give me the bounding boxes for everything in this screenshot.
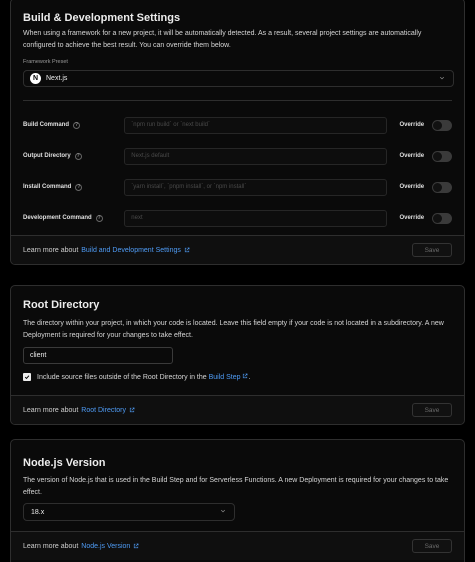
build-command-row: Build Command? `npm run build` or `next … <box>23 116 452 134</box>
include-source-files-checkbox[interactable] <box>23 373 31 381</box>
build-settings-save-button[interactable]: Save <box>412 243 452 257</box>
include-source-files-row: Include source files outside of the Root… <box>23 373 250 381</box>
root-directory-input[interactable]: client <box>23 347 173 364</box>
include-source-files-suffix: . <box>248 374 251 381</box>
help-circle-icon[interactable]: ? <box>95 214 103 222</box>
output-directory-input[interactable]: Next.js default <box>124 147 388 165</box>
build-settings-footer: Learn more about Build and Development S… <box>11 235 464 264</box>
section-divider <box>23 100 452 101</box>
build-settings-card: Build & Development Settings When using … <box>10 0 465 265</box>
build-step-link[interactable]: Build Step <box>209 374 241 381</box>
build-command-label: Build Command <box>23 122 69 128</box>
chevron-down-icon <box>220 509 226 513</box>
build-command-input[interactable]: `npm run build` or `next build` <box>124 116 388 134</box>
root-directory-save-button[interactable]: Save <box>412 403 452 417</box>
root-directory-learn-more-link[interactable]: Root Directory <box>81 407 126 414</box>
development-command-override-label: Override <box>399 215 425 221</box>
output-directory-label: Output Directory <box>23 153 71 159</box>
framework-preset-label: Framework Preset <box>23 59 68 65</box>
check-icon <box>24 375 30 380</box>
nodejs-version-description: The version of Node.js that is used in t… <box>23 477 449 496</box>
root-directory-title: Root Directory <box>23 299 100 311</box>
footer-prefix: Learn more about <box>23 542 79 550</box>
nextjs-logo-icon: N <box>30 73 41 84</box>
help-circle-icon[interactable]: ? <box>73 121 80 129</box>
nodejs-version-value: 18.x <box>31 508 45 516</box>
nodejs-version-save-button[interactable]: Save <box>412 539 452 553</box>
development-command-label: Development Command <box>23 215 92 221</box>
framework-preset-select[interactable]: N Next.js <box>23 70 454 87</box>
install-command-override-toggle[interactable] <box>432 181 452 193</box>
build-command-override-label: Override <box>399 122 425 128</box>
install-command-input[interactable]: `yarn install`, `pnpm install`, or `npm … <box>124 178 388 196</box>
nodejs-version-learn-more-link[interactable]: Node.js Version <box>81 543 130 550</box>
development-command-row: Development Command? next Override <box>23 209 452 227</box>
nodejs-version-title: Node.js Version <box>23 457 106 469</box>
development-command-override-toggle[interactable] <box>432 212 452 224</box>
root-directory-description: The directory within your project, in wh… <box>23 320 444 339</box>
root-directory-card: Root Directory The directory within your… <box>10 285 465 425</box>
chevron-down-icon <box>439 76 445 79</box>
install-command-override-label: Override <box>399 184 425 190</box>
development-command-input[interactable]: next <box>124 209 388 227</box>
include-source-files-text: Include source files outside of the Root… <box>37 374 207 381</box>
help-circle-icon[interactable]: ? <box>74 152 82 160</box>
output-directory-override-toggle[interactable] <box>432 150 452 162</box>
build-settings-title: Build & Development Settings <box>23 12 181 24</box>
framework-preset-value: Next.js <box>46 75 68 82</box>
external-link-icon <box>129 407 135 413</box>
build-settings-description: When using a framework for a new project… <box>23 30 422 49</box>
footer-prefix: Learn more about <box>23 406 79 414</box>
nodejs-version-select[interactable]: 18.x <box>23 503 235 521</box>
output-directory-row: Output Directory? Next.js default Overri… <box>23 147 452 165</box>
root-directory-footer: Learn more about Root Directory Save <box>11 395 464 424</box>
nodejs-version-card: Node.js Version The version of Node.js t… <box>10 439 465 562</box>
install-command-row: Install Command? `yarn install`, `pnpm i… <box>23 178 452 196</box>
install-command-label: Install Command <box>23 184 72 190</box>
help-circle-icon[interactable]: ? <box>75 183 83 191</box>
output-directory-override-label: Override <box>399 153 425 159</box>
build-command-override-toggle[interactable] <box>432 119 452 131</box>
build-settings-learn-more-link[interactable]: Build and Development Settings <box>81 247 181 254</box>
external-link-icon <box>184 247 190 253</box>
external-link-icon <box>134 543 139 549</box>
footer-prefix: Learn more about <box>23 246 79 254</box>
nodejs-version-footer: Learn more about Node.js Version Save <box>11 531 464 560</box>
